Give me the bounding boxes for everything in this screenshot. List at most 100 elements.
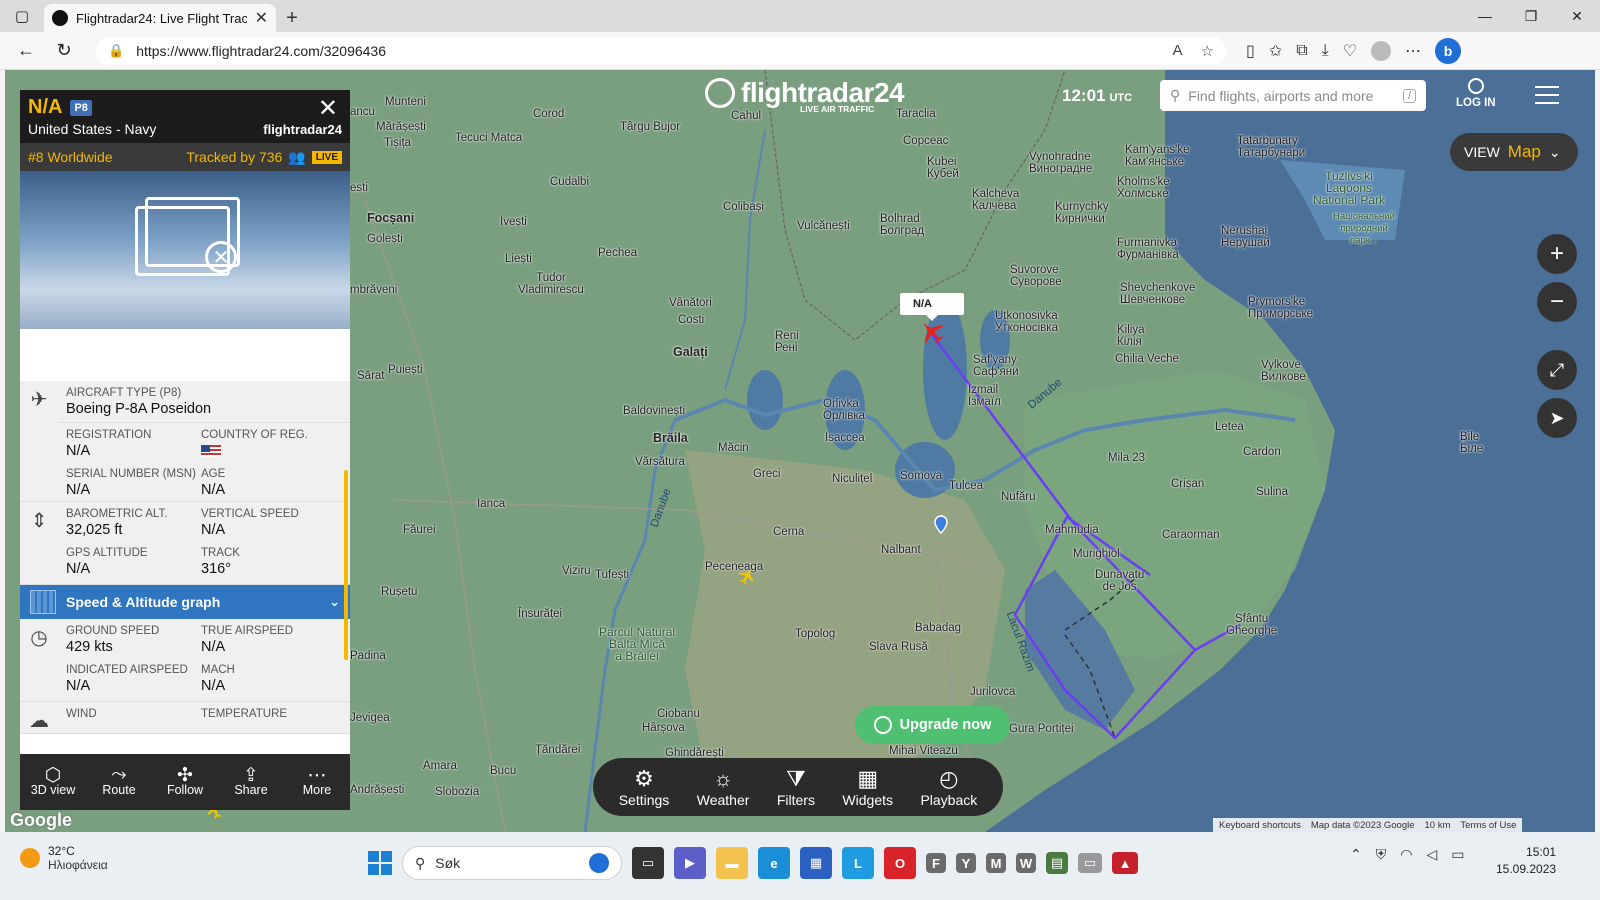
more-button[interactable]: ⋯ More — [284, 754, 350, 810]
locate-me-button[interactable]: ➤ — [1537, 398, 1577, 438]
place-label: Tatarbunary Татарбунари — [1237, 135, 1306, 159]
aircraft-map-label[interactable]: N/A — [913, 298, 932, 310]
restore-icon[interactable]: ❐ — [1508, 0, 1554, 32]
temperature-label: TEMPERATURE — [201, 708, 288, 720]
search-placeholder: Find flights, airports and more — [1188, 87, 1374, 104]
place-label: Kam'yans'ke Кам'янське — [1125, 144, 1190, 168]
bing-icon — [589, 853, 609, 873]
back-icon[interactable]: ← — [10, 35, 42, 67]
app-w-icon[interactable]: W — [1016, 853, 1036, 873]
teams-icon[interactable]: ▶ — [674, 847, 706, 879]
hamburger-menu-icon[interactable] — [1535, 86, 1559, 110]
tab-actions-icon[interactable]: ▢ — [0, 0, 44, 32]
close-panel-icon[interactable]: ✕ — [318, 94, 338, 123]
read-aloud-icon[interactable]: A — [1173, 42, 1183, 60]
downloads-icon[interactable]: ⤓ — [1322, 42, 1329, 60]
place-label: Tuzlivs'ki Lagoons National Park — [1313, 169, 1386, 207]
split-screen-icon[interactable]: ▯ — [1246, 41, 1255, 61]
speed-altitude-graph-toggle[interactable]: Speed & Altitude graph ⌄ — [20, 585, 350, 619]
app-red-icon[interactable]: ▲ — [1112, 852, 1138, 874]
printer-icon[interactable]: ▭ — [1078, 853, 1102, 873]
favorite-star-icon[interactable]: ☆ — [1201, 42, 1214, 60]
terms-link[interactable]: Terms of Use — [1460, 820, 1516, 831]
search-icon: ⚲ — [415, 854, 426, 871]
flightradar-favicon-icon — [52, 10, 68, 26]
wifi-icon[interactable]: ◠ — [1400, 846, 1412, 863]
settings-button[interactable]: ⚙ Settings — [619, 766, 670, 808]
filters-button[interactable]: ⧩ Filters — [777, 766, 815, 808]
app-m-icon[interactable]: M — [986, 853, 1006, 873]
speaker-muted-icon[interactable]: ◁ — [1426, 846, 1437, 863]
browser-essentials-icon[interactable]: ♡ — [1343, 41, 1357, 61]
place-label: Murighiol — [1073, 548, 1120, 560]
place-label: Hârșova — [642, 722, 685, 734]
more-options-icon[interactable]: ⋯ — [1405, 41, 1421, 61]
place-label: Niculițel — [832, 473, 873, 485]
panel-scrollbar[interactable] — [344, 470, 348, 660]
office-icon[interactable]: O — [884, 847, 916, 879]
mach-value: N/A — [201, 678, 226, 694]
close-tab-icon[interactable]: ✕ — [255, 8, 268, 28]
edge-browser-icon[interactable]: e — [758, 847, 790, 879]
battery-icon[interactable]: ▭ — [1451, 846, 1464, 863]
store-icon[interactable]: ▦ — [800, 847, 832, 879]
place-label: Colibași — [723, 201, 764, 213]
close-window-icon[interactable]: ✕ — [1554, 0, 1600, 32]
windows-start-icon[interactable] — [368, 851, 392, 875]
route-button[interactable]: ⤳ Route — [86, 754, 152, 810]
logo-subtitle: LIVE AIR TRAFFIC — [800, 104, 875, 114]
country-label: COUNTRY OF REG. — [201, 429, 308, 441]
app-y-icon[interactable]: Y — [956, 853, 976, 873]
scale-bar[interactable]: 10 km — [1425, 820, 1451, 831]
profile-avatar[interactable] — [1371, 40, 1392, 61]
favorites-icon[interactable]: ✩ — [1269, 41, 1282, 61]
minimize-icon[interactable]: — — [1462, 0, 1508, 32]
lock-icon[interactable]: 🔒 — [108, 43, 124, 59]
filters-label: Filters — [776, 792, 815, 808]
place-label: Izmail Ізмаїл — [968, 384, 1001, 408]
place-label: Baldovinești — [623, 405, 686, 417]
widgets-button[interactable]: ▦ Widgets — [842, 766, 893, 808]
refresh-icon[interactable]: ↻ — [48, 35, 80, 67]
place-label: Ivești — [500, 216, 527, 228]
taskbar-clock[interactable]: 15:01 15.09.2023 — [1496, 844, 1556, 878]
ground-speed-label: GROUND SPEED — [66, 625, 160, 637]
zoom-out-button[interactable]: − — [1537, 282, 1577, 322]
place-label: Sulina — [1256, 486, 1288, 498]
search-input[interactable]: ⚲ Find flights, airports and more / — [1160, 80, 1426, 111]
browser-tab[interactable]: Flightradar24: Live Flight Tracker ✕ — [44, 4, 276, 32]
login-button[interactable]: LOG IN — [1456, 78, 1496, 109]
view-selector-button[interactable]: VIEW Map ⌄ — [1450, 133, 1578, 171]
task-view-icon[interactable]: ▭ — [632, 847, 664, 879]
follow-button[interactable]: ✣ Follow — [152, 754, 218, 810]
wind-label: WIND — [66, 708, 97, 720]
weather-button[interactable]: ☼ Weather — [697, 766, 750, 808]
3d-view-button[interactable]: ⬡ 3D view — [20, 754, 86, 810]
file-explorer-icon[interactable]: ▬ — [716, 847, 748, 879]
playback-button[interactable]: ◴ Playback — [920, 766, 977, 808]
app-l-icon[interactable]: L — [842, 847, 874, 879]
address-bar[interactable]: 🔒 https://www.flightradar24.com/32096436… — [96, 36, 1226, 65]
keyboard-shortcuts-link[interactable]: Keyboard shortcuts — [1219, 820, 1301, 831]
place-label: Mărășești — [376, 121, 426, 133]
zoom-in-button[interactable]: + — [1537, 234, 1577, 274]
bing-copilot-icon[interactable]: b — [1435, 37, 1462, 64]
share-button[interactable]: ⇪ Share — [218, 754, 284, 810]
new-tab-icon[interactable]: + — [276, 4, 308, 32]
fullscreen-button[interactable]: ⤢ — [1537, 350, 1577, 390]
place-label: Chilia Veche — [1115, 353, 1179, 365]
place-label: Tudor Vladimirescu — [518, 272, 584, 296]
chevron-up-icon[interactable]: ⌃ — [1350, 846, 1362, 863]
map-data-credit: Map data ©2023 Google — [1310, 819, 1415, 831]
calculator-icon[interactable]: ▤ — [1046, 852, 1068, 874]
weather-widget[interactable]: 32°C Ηλιοφάνεια — [20, 844, 108, 872]
baro-alt-value: 32,025 ft — [66, 522, 123, 538]
clock-time: 15:01 — [1526, 845, 1557, 859]
app-f-icon[interactable]: F — [926, 853, 946, 873]
place-label: Mila 23 — [1108, 452, 1146, 464]
collections-icon[interactable]: ⧉ — [1296, 42, 1307, 60]
security-icon[interactable]: ⛨ — [1376, 846, 1387, 863]
taskbar-search-input[interactable]: ⚲ Søk — [402, 846, 622, 880]
address-bar-row: ← ↻ 🔒 https://www.flightradar24.com/3209… — [0, 32, 1600, 70]
upgrade-now-button[interactable]: Upgrade now — [855, 706, 1010, 744]
